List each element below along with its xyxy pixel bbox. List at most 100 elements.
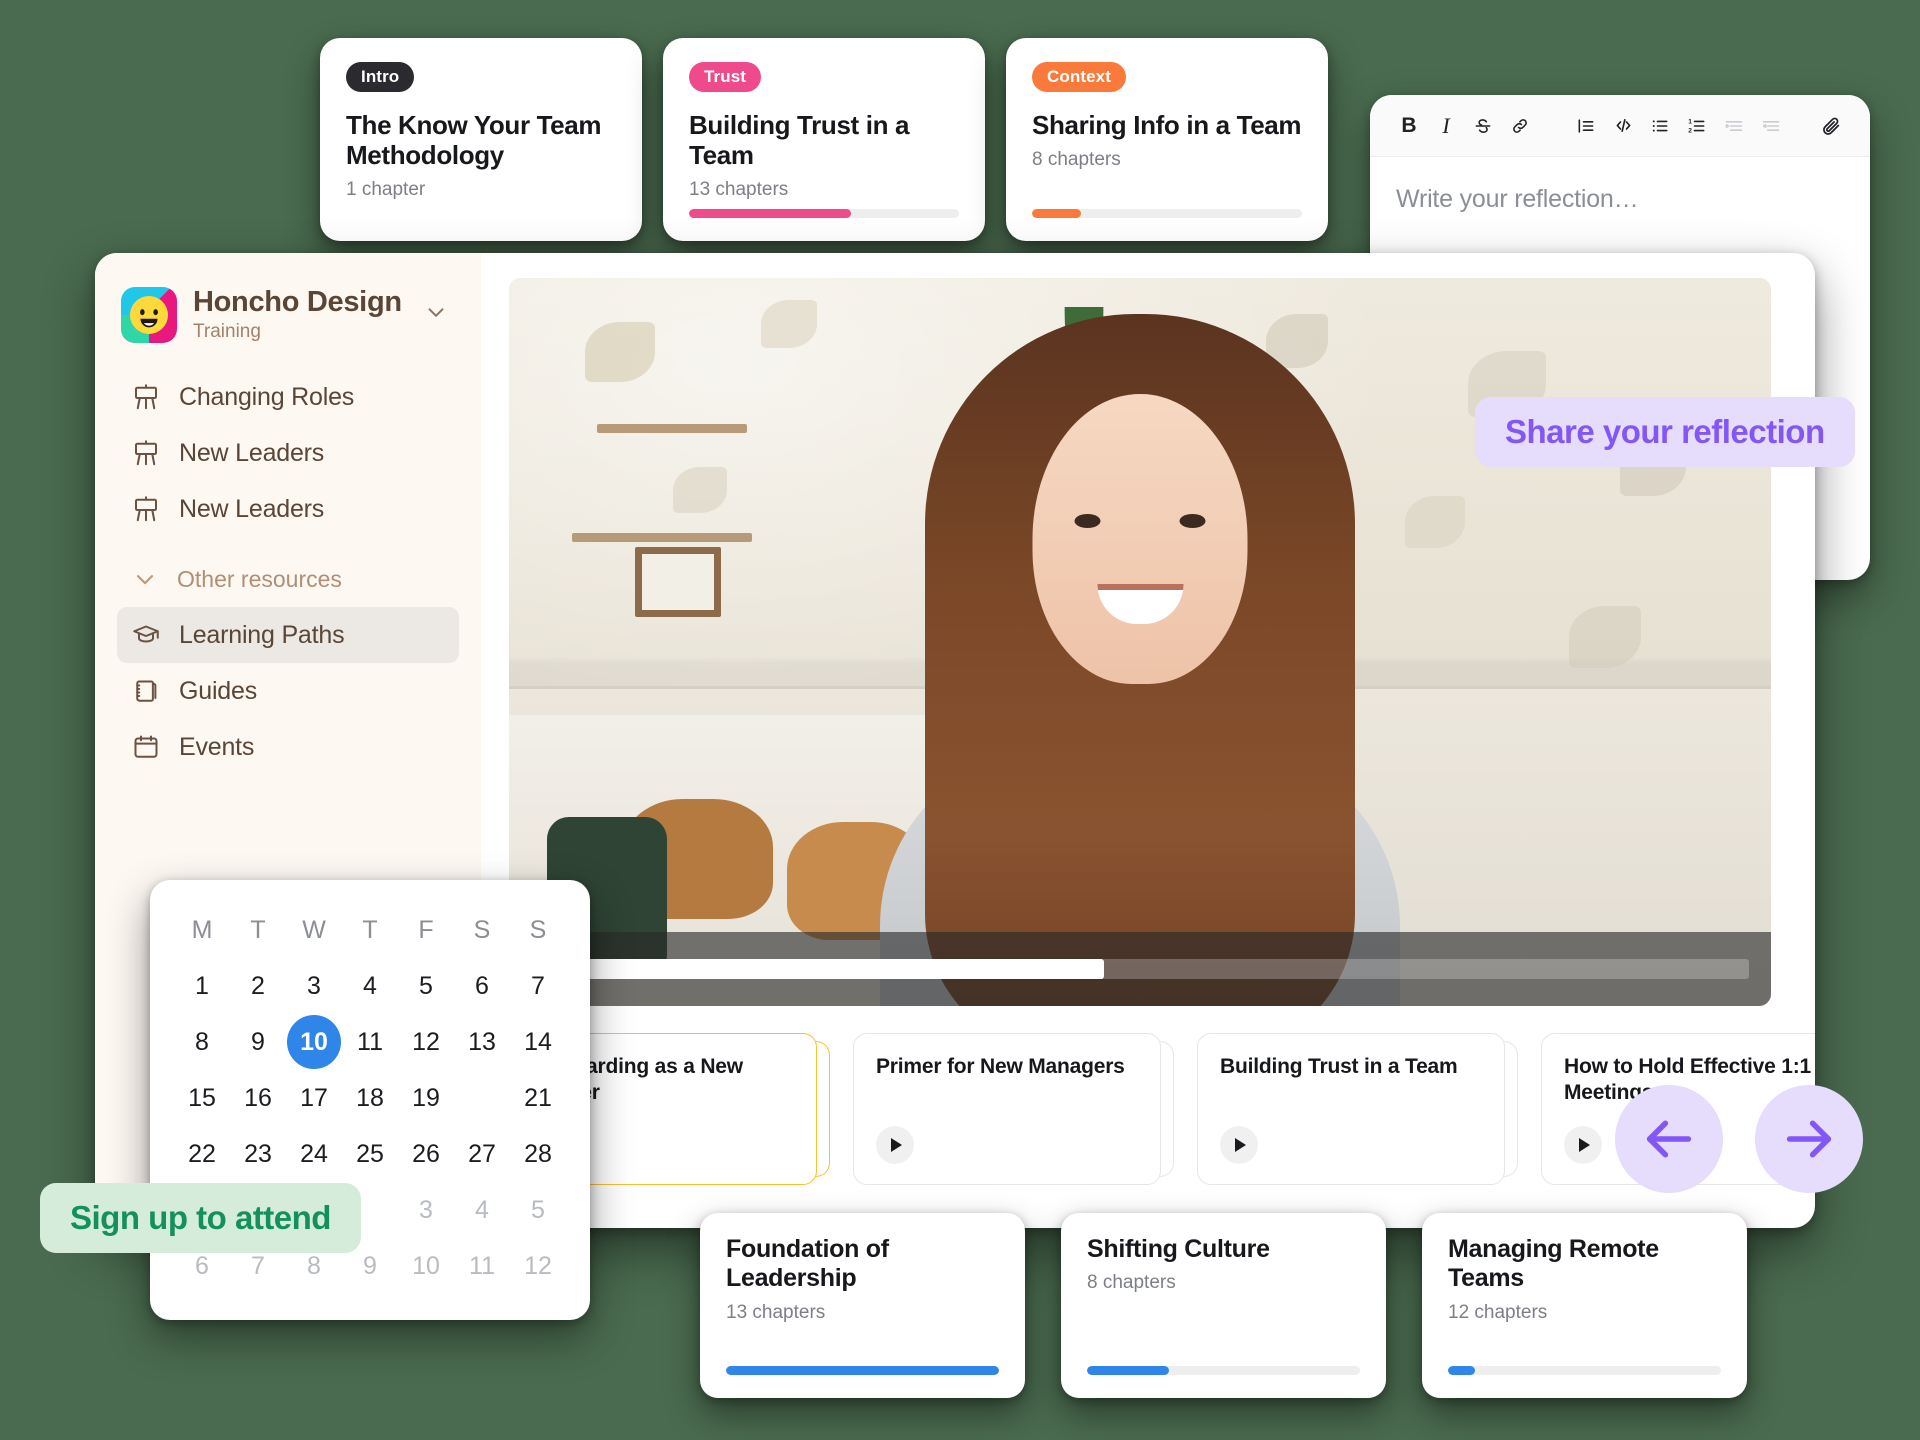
calendar-day[interactable]: 26 — [398, 1130, 454, 1178]
link-icon[interactable] — [1503, 109, 1537, 143]
calendar-day[interactable]: 24 — [286, 1130, 342, 1178]
calendar-day[interactable]: 5 — [398, 962, 454, 1010]
quote-icon[interactable] — [1569, 109, 1603, 143]
video-scrubber[interactable] — [577, 959, 1749, 979]
course-card[interactable]: Intro The Know Your Team Methodology 1 c… — [320, 38, 642, 241]
calendar-day[interactable]: 12 — [398, 1018, 454, 1066]
italic-icon[interactable]: I — [1429, 109, 1463, 143]
org-switcher[interactable]: Honcho Design Training — [117, 281, 459, 343]
calendar-day[interactable]: 18 — [342, 1074, 398, 1122]
code-icon[interactable] — [1606, 109, 1640, 143]
svg-text:1: 1 — [1688, 118, 1692, 125]
calendar-dow: T — [250, 915, 266, 944]
outdent-icon[interactable] — [1754, 109, 1788, 143]
indent-icon[interactable] — [1717, 109, 1751, 143]
calendar-day[interactable]: 17 — [286, 1074, 342, 1122]
calendar-day[interactable]: 4 — [454, 1186, 510, 1234]
calendar-day[interactable]: 2 — [230, 962, 286, 1010]
calendar-day[interactable]: 13 — [454, 1018, 510, 1066]
course-card[interactable]: Trust Building Trust in a Team 13 chapte… — [663, 38, 985, 241]
course-title: Sharing Info in a Team — [1032, 110, 1302, 140]
sidebar-item-new-leaders-1[interactable]: New Leaders — [117, 425, 459, 481]
calendar-day[interactable]: 19 — [398, 1074, 454, 1122]
calendar-day[interactable]: 21 — [510, 1074, 566, 1122]
course-chapters: 1 chapter — [346, 179, 426, 201]
sidebar-item-changing-roles[interactable]: Changing Roles — [117, 369, 459, 425]
org-subtitle: Training — [193, 320, 261, 342]
org-name: Honcho Design — [193, 286, 402, 319]
calendar-day[interactable]: 27 — [454, 1130, 510, 1178]
course-card[interactable]: Foundation of Leadership 13 chapters — [700, 1213, 1025, 1398]
calendar-day[interactable]: 5 — [510, 1186, 566, 1234]
chevron-down-icon[interactable] — [423, 299, 455, 331]
chevron-down-icon — [136, 575, 154, 585]
calendar-day[interactable]: 1 — [174, 962, 230, 1010]
course-progress-track — [726, 1366, 999, 1375]
calendar-day[interactable]: 22 — [174, 1130, 230, 1178]
editor-toolbar: B I 1 2 — [1370, 95, 1870, 157]
numbered-list-icon[interactable]: 1 2 — [1680, 109, 1714, 143]
calendar-day[interactable]: 15 — [174, 1074, 230, 1122]
notebook-icon — [136, 680, 157, 702]
sidebar-item-label: Changing Roles — [179, 382, 355, 411]
calendar-day[interactable]: 4 — [342, 962, 398, 1010]
screenshot-root: Intro The Know Your Team Methodology 1 c… — [0, 0, 1920, 1440]
easel-icon — [135, 440, 157, 466]
reflection-input[interactable]: Write your reflection… — [1370, 157, 1870, 242]
course-chapters: 12 chapters — [1448, 1301, 1548, 1323]
reflection-placeholder: Write your reflection… — [1396, 185, 1639, 213]
calendar-dow: T — [362, 915, 378, 944]
course-chapters: 8 chapters — [1032, 149, 1121, 171]
bottom-course-cards: Foundation of Leadership 13 chapters Shi… — [700, 1213, 1747, 1398]
bullet-list-icon[interactable] — [1643, 109, 1677, 143]
calendar-day[interactable]: 11 — [454, 1242, 510, 1290]
calendar-popover: M T W T F S S 1 2 3 4 5 6 7 8 9 10 11 12 13 14 15 16 17 18 19 21 22… — [150, 880, 590, 1320]
sidebar-item-new-leaders-2[interactable]: New Leaders — [117, 481, 459, 537]
play-icon[interactable] — [1220, 1126, 1258, 1164]
calendar-dow: M — [191, 915, 213, 944]
sidebar-nav: Changing Roles New Leaders New Leaders O… — [117, 369, 459, 775]
sidebar-item-events[interactable]: Events — [117, 719, 459, 775]
carousel-next-button[interactable] — [1755, 1085, 1863, 1193]
calendar-day[interactable]: 16 — [230, 1074, 286, 1122]
calendar-day[interactable]: 3 — [398, 1186, 454, 1234]
calendar-day[interactable]: 11 — [342, 1018, 398, 1066]
course-card[interactable]: Managing Remote Teams 12 chapters — [1422, 1213, 1747, 1398]
course-card[interactable]: Shifting Culture 8 chapters — [1061, 1213, 1386, 1398]
video-controls[interactable] — [509, 932, 1771, 1006]
calendar-day[interactable]: 10 — [286, 1015, 342, 1069]
course-tag: Trust — [689, 62, 762, 92]
carousel-prev-button[interactable] — [1615, 1085, 1723, 1193]
calendar-day[interactable]: 8 — [174, 1018, 230, 1066]
course-title: Building Trust in a Team — [689, 110, 910, 171]
sidebar-item-learning-paths[interactable]: Learning Paths — [117, 607, 459, 663]
calendar-day[interactable]: 25 — [342, 1130, 398, 1178]
sidebar-item-label: Guides — [179, 676, 258, 705]
paperclip-icon[interactable] — [1814, 109, 1848, 143]
bold-icon[interactable]: B — [1392, 109, 1426, 143]
calendar-day[interactable]: 10 — [398, 1242, 454, 1290]
sidebar-section-other-resources[interactable]: Other resources — [117, 551, 459, 607]
video-player[interactable] — [509, 278, 1771, 1006]
calendar-day[interactable]: 6 — [454, 962, 510, 1010]
chapter-card[interactable]: Building Trust in a Team — [1197, 1033, 1518, 1185]
calendar-day[interactable]: 3 — [286, 962, 342, 1010]
play-icon[interactable] — [876, 1126, 914, 1164]
calendar-day[interactable]: 9 — [230, 1018, 286, 1066]
calendar-day[interactable]: 14 — [510, 1018, 566, 1066]
strikethrough-icon[interactable] — [1466, 109, 1500, 143]
sidebar-item-guides[interactable]: Guides — [117, 663, 459, 719]
graduation-cap-icon — [133, 625, 159, 643]
calendar-day[interactable]: 28 — [510, 1130, 566, 1178]
sidebar-item-label: New Leaders — [179, 438, 325, 467]
calendar-day[interactable]: 23 — [230, 1130, 286, 1178]
sidebar-section-label: Other resources — [177, 565, 342, 592]
course-tag: Intro — [346, 62, 415, 92]
course-card[interactable]: Context Sharing Info in a Team 8 chapter… — [1006, 38, 1328, 241]
calendar-dow: F — [418, 915, 434, 944]
calendar-day[interactable]: 7 — [510, 962, 566, 1010]
chapter-title: Primer for New Managers — [876, 1055, 1125, 1078]
play-icon[interactable] — [1564, 1126, 1602, 1164]
calendar-day[interactable]: 12 — [510, 1242, 566, 1290]
chapter-card[interactable]: Primer for New Managers — [853, 1033, 1174, 1185]
